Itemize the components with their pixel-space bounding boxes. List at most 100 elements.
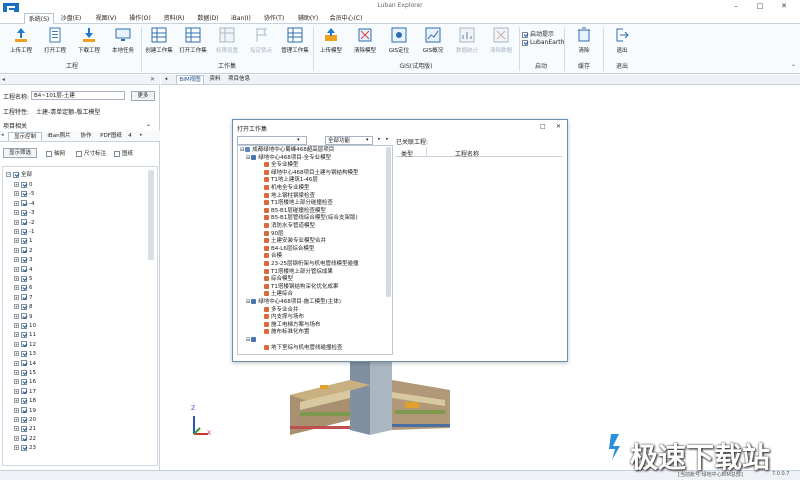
pin-icon[interactable]: ◂ [2, 76, 5, 83]
tree-item-floor[interactable]: +5 [14, 275, 33, 283]
tree-item-floor[interactable]: +18 [14, 397, 36, 405]
workset-item[interactable]: 内支撑与场布 [264, 314, 304, 321]
tree-item-floor[interactable]: + -4 [14, 200, 34, 208]
workset-item[interactable]: 土建安装专业模型合并 [264, 238, 326, 245]
tree-item-all[interactable]: − 全部 [6, 171, 32, 179]
drawing-checkbox[interactable]: 图纸 [114, 149, 133, 157]
exit-button[interactable]: 退出 [605, 26, 639, 60]
workset-item[interactable]: 施工电梯方案与场布 [264, 321, 321, 329]
workset-item[interactable]: 绿地中心468项目土建与钢结构模型 [264, 169, 359, 177]
dialog-maximize-icon[interactable]: □ [540, 123, 546, 130]
project-name-select[interactable]: B4~101层-土建 [31, 91, 125, 100]
close-button[interactable]: ✕ [773, 1, 795, 11]
tab-display-control[interactable]: 显示控制 [8, 132, 42, 141]
upload-model-button[interactable]: 上传模型 [314, 26, 348, 60]
workset-item[interactable]: 土建综合 [264, 291, 293, 298]
tab-more[interactable]: 4 [125, 132, 135, 141]
workset-item[interactable]: T1地上建筑1-46层 [264, 177, 318, 184]
tree-item-floor[interactable]: +15 [14, 369, 36, 377]
gis-overview-button[interactable]: GIS概况 [416, 26, 450, 60]
workset-group[interactable]: ⊟ 绿地中心468项目-施工模型(主体) [246, 299, 341, 306]
local-task-button[interactable]: 本地任务 [106, 26, 140, 60]
tab-member[interactable]: 会员中心(C) [326, 13, 366, 24]
workset-item[interactable]: 23-25层钢桁架与机电管线模型碰撞 [264, 261, 358, 268]
tree-item-floor[interactable]: +7 [14, 294, 33, 302]
tree-item-floor[interactable]: +22 [14, 435, 36, 443]
tree-item-floor[interactable]: + -1 [14, 228, 34, 236]
workset-group[interactable]: ⊟ 绿地中心468项目-全专业模型 [246, 154, 331, 162]
tree-item-floor[interactable]: +16 [14, 378, 36, 386]
more-button[interactable]: 更多 [131, 91, 155, 101]
expand-chevron-icon[interactable]: ⌄ [146, 121, 151, 128]
tab-iban-photos[interactable]: iBan照片 [43, 132, 75, 141]
tree-item-floor[interactable]: + -3 [14, 209, 34, 217]
tree-item-floor[interactable]: +6 [14, 284, 33, 292]
download-project-button[interactable]: 下载工程 [72, 26, 106, 60]
workset-item[interactable]: 机电全专业模型 [264, 185, 310, 192]
workset-group[interactable]: ⊟ [246, 337, 258, 344]
workset-item[interactable]: 地下室综与机电管线碰撞检查 [264, 344, 343, 352]
workset-tree-scrollbar[interactable] [386, 147, 391, 297]
tab-collab-panel[interactable]: 协作 [76, 132, 96, 141]
upload-project-button[interactable]: 上传工程 [4, 26, 38, 60]
dialog-close-icon[interactable]: ✕ [556, 123, 561, 130]
tree-item-floor[interactable]: +21 [14, 425, 36, 433]
lubanearth-checkbox[interactable]: LubanEarth [522, 39, 564, 46]
workset-item[interactable]: 消防水专管道模型 [264, 223, 315, 230]
workset-item[interactable]: B4-L6层综合模型 [264, 245, 314, 253]
open-workset-button[interactable]: 打开工作集 [176, 26, 210, 60]
tree-item-floor[interactable]: +23 [14, 444, 36, 452]
dialog-next-icon[interactable]: ▸ [378, 136, 381, 142]
display-filter-button[interactable]: 显示筛选 [3, 148, 37, 158]
tree-item-floor[interactable]: + -5 [14, 190, 34, 198]
tab-assist[interactable]: 辅助(Y) [292, 13, 324, 24]
tab-system[interactable]: 系统(S) [24, 13, 54, 24]
tree-item-floor[interactable]: +4 [14, 266, 33, 274]
dimension-checkbox[interactable]: 尺寸标注 [76, 149, 106, 157]
workset-group[interactable]: ⊟ 成都绿地中心蜀峰468超高层项目 [240, 147, 334, 154]
tree-item-floor[interactable]: +13 [14, 350, 36, 358]
workset-item[interactable]: T1塔楼地上部分碰撞检查 [264, 200, 333, 207]
tab-view[interactable]: 视图(V) [90, 13, 122, 24]
tab-scroll-left-icon[interactable]: ◂ [1, 132, 4, 138]
tree-item-floor[interactable]: +12 [14, 341, 36, 349]
startup-tip-checkbox[interactable]: 启动提示 [522, 29, 554, 38]
ribbon-collapse-icon[interactable]: ⌃ [791, 64, 796, 71]
create-workset-button[interactable]: 创建工作集 [142, 26, 176, 60]
permission-settings-button[interactable]: 权限设置 [210, 26, 244, 60]
doc-tab-project-info[interactable]: 项目信息 [225, 75, 253, 84]
tree-item-floor[interactable]: +14 [14, 360, 36, 368]
panel-close-icon[interactable]: ✕ [150, 76, 155, 83]
clear-model-button[interactable]: 清除模型 [348, 26, 382, 60]
workset-item[interactable]: 地上钢柱钢梁检查 [264, 192, 315, 200]
maximize-button[interactable]: □ [749, 1, 771, 11]
dialog-expand-icon[interactable]: ▸ [386, 136, 389, 142]
minimize-button[interactable]: – [725, 1, 747, 11]
doc-tab-bim-view[interactable]: BIM视图 [176, 75, 204, 84]
tree-item-floor[interactable]: +19 [14, 407, 36, 415]
clear-cache-button[interactable]: 清除 [567, 26, 601, 60]
clear-data-button[interactable]: 清除数据 [484, 26, 518, 60]
tree-item-floor[interactable]: +1 [14, 237, 33, 245]
workset-item[interactable]: 多专业合并 [264, 306, 299, 314]
tab-data[interactable]: 数据(D) [192, 13, 224, 24]
tree-item-floor[interactable]: +0 [14, 181, 33, 189]
doc-tab-resources[interactable]: 资料 [206, 75, 224, 84]
tree-item-floor[interactable]: +20 [14, 416, 36, 424]
workset-item[interactable]: T1塔楼地上部分管综成果 [264, 268, 333, 276]
manage-workset-button[interactable]: 管理工作集 [278, 26, 312, 60]
tab-pdf-drawings[interactable]: PDF图纸 [97, 132, 125, 141]
workset-item[interactable]: 全专业模型 [264, 162, 299, 169]
tab-scroll-right-icon[interactable]: ▸ [140, 132, 143, 138]
tree-item-floor[interactable]: + -2 [14, 219, 34, 227]
workset-item[interactable]: 施布标准化布置 [264, 329, 310, 336]
workset-item[interactable]: 90层 [264, 230, 284, 238]
tab-collab[interactable]: 协作(T) [258, 13, 290, 24]
workset-item[interactable]: 综合模型 [264, 276, 293, 283]
tree-item-floor[interactable]: +11 [14, 331, 36, 339]
tree-scrollbar[interactable] [148, 170, 154, 260]
tree-item-floor[interactable]: +2 [14, 247, 33, 255]
workset-item[interactable]: 合模 [264, 253, 282, 260]
workset-item[interactable]: B5-B1层碰撞检查模型 [264, 207, 326, 215]
tree-item-floor[interactable]: +10 [14, 322, 36, 330]
